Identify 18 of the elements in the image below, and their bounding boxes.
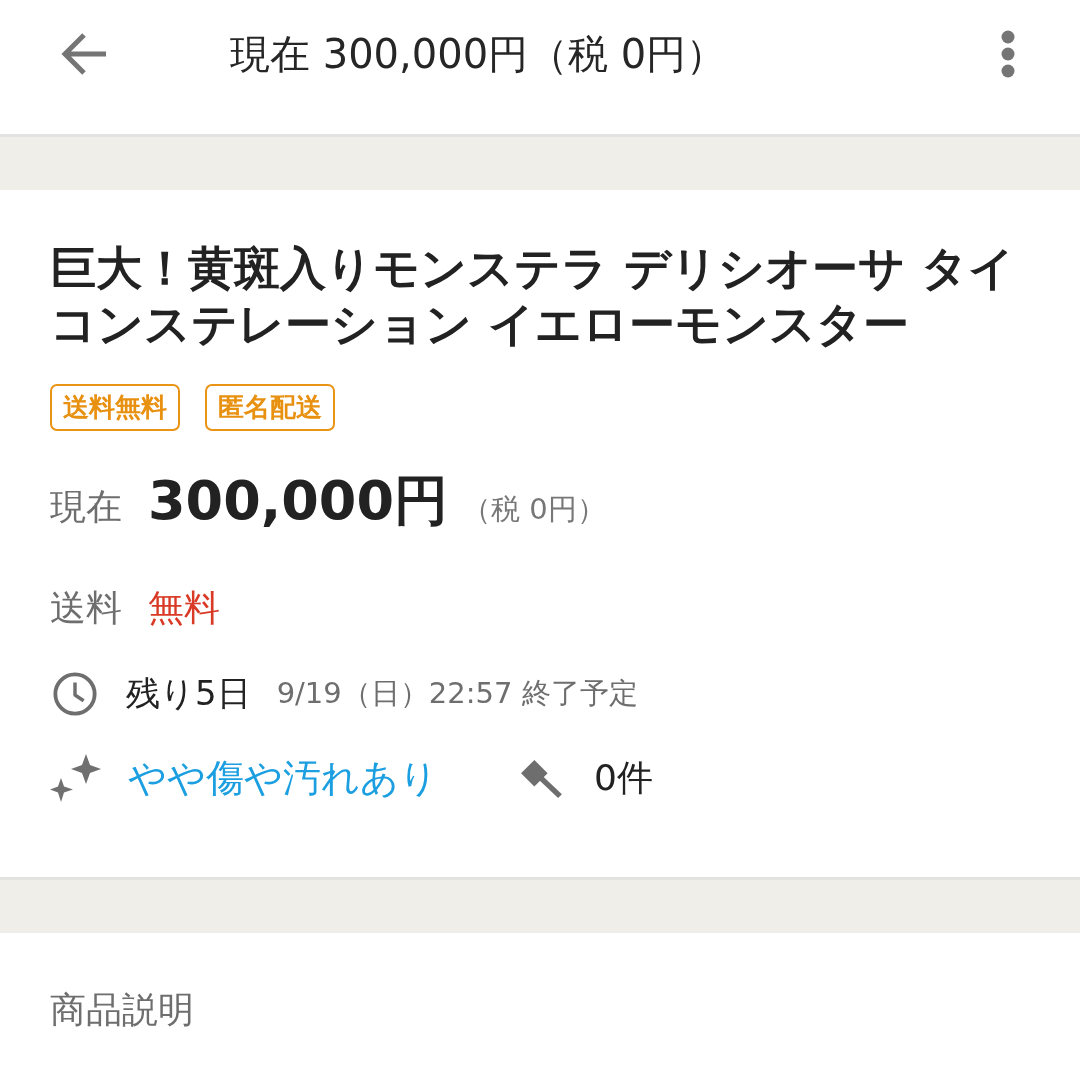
clock-icon bbox=[52, 671, 98, 717]
time-remaining: 残り5日 bbox=[126, 672, 251, 715]
shipping-label: 送料 bbox=[50, 586, 122, 630]
back-arrow-icon[interactable] bbox=[60, 32, 108, 76]
gavel-icon bbox=[520, 759, 562, 798]
tax-amount: （税 0円） bbox=[461, 491, 606, 528]
description-heading: 商品説明 bbox=[50, 988, 194, 1032]
shipping-value: 無料 bbox=[148, 586, 220, 630]
app-bar-title: 現在 300,000円（税 0円） bbox=[230, 30, 727, 79]
condition-link[interactable]: やや傷や汚れあり bbox=[128, 753, 438, 804]
tag: 送料無料 bbox=[50, 384, 180, 431]
price-label: 現在 bbox=[50, 485, 122, 529]
price-amount: 300,000円 bbox=[148, 468, 448, 534]
more-options-icon[interactable] bbox=[1001, 30, 1015, 78]
item-title: 巨大！黄斑入りモンステラ デリシオーサ タイコンステレーション イエローモンスター bbox=[50, 240, 1017, 352]
bid-count: 0件 bbox=[594, 756, 653, 800]
end-time: 9/19（日）22:57 終了予定 bbox=[276, 675, 638, 712]
tag: 匿名配送 bbox=[205, 384, 335, 431]
